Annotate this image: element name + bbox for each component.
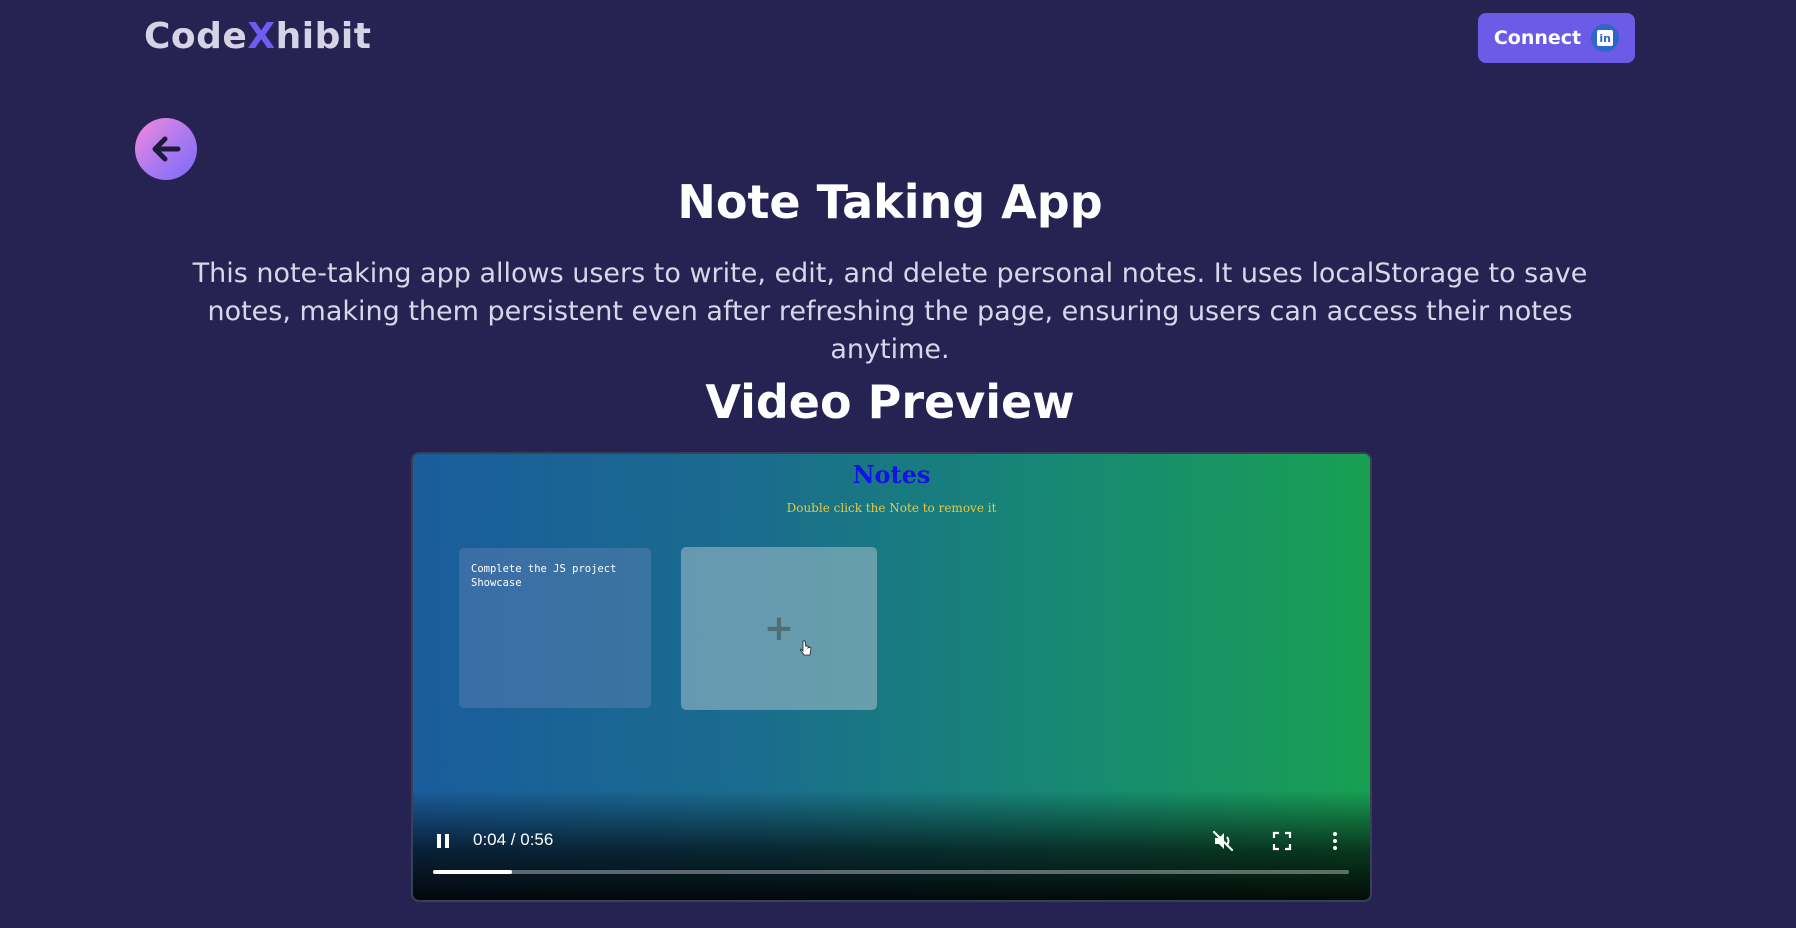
video-player[interactable]: Notes Double click the Note to remove it…: [411, 452, 1372, 902]
mouse-pointer-icon: [800, 640, 812, 656]
video-frame-heading: Notes: [852, 460, 931, 489]
project-description: This note-taking app allows users to wri…: [192, 258, 1588, 365]
back-button[interactable]: [135, 118, 197, 180]
page-title: Note Taking App: [677, 175, 1103, 229]
page: CodeXhibit Connect in Note Taking App Th…: [0, 0, 1796, 928]
linkedin-icon: in: [1591, 24, 1620, 52]
logo-text-x: X: [247, 16, 276, 57]
pause-icon[interactable]: [435, 832, 451, 850]
arrow-left-icon: [152, 136, 181, 162]
connect-button-label: Connect: [1493, 27, 1582, 49]
video-time-readout: 0:04 / 0:56: [473, 830, 554, 849]
logo-text-code: Code: [144, 16, 248, 57]
linkedin-glyph: in: [1597, 30, 1614, 46]
video-preview-title: Video Preview: [705, 375, 1075, 429]
video-frame-hint: Double click the Note to remove it: [786, 501, 997, 515]
video-frame-add-note-card: +: [681, 547, 877, 710]
video-frame-note-text: Complete the JS project Showcase: [471, 563, 617, 589]
logo[interactable]: CodeXhibit: [144, 16, 371, 57]
mute-icon[interactable]: [1211, 829, 1235, 853]
logo-text-hibit: hibit: [275, 16, 372, 57]
video-frame-note-card: Complete the JS project Showcase: [459, 548, 651, 708]
fullscreen-icon[interactable]: [1272, 831, 1292, 851]
video-progress-bar[interactable]: [433, 870, 1349, 874]
more-options-icon[interactable]: [1331, 831, 1339, 851]
plus-icon: +: [763, 608, 795, 649]
video-progress-fill: [433, 870, 512, 874]
connect-button[interactable]: Connect in: [1478, 13, 1635, 63]
